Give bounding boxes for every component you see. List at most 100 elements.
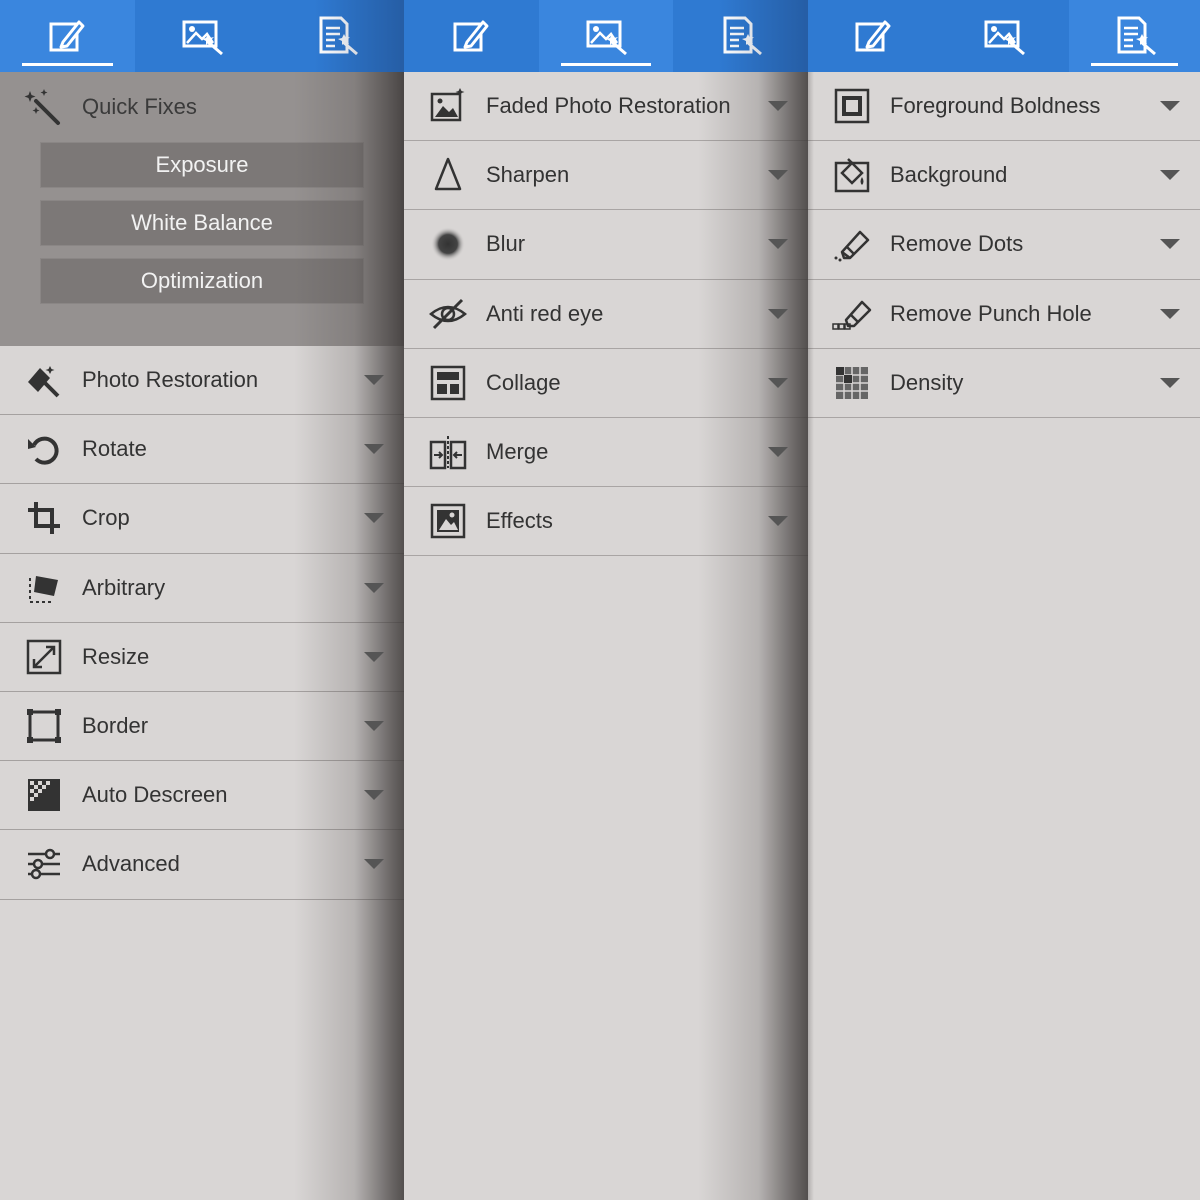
chevron-down-icon[interactable] [364, 790, 384, 801]
menu-item-label: Collage [486, 369, 561, 395]
sharpen-icon [426, 153, 470, 197]
chevron-down-icon[interactable] [364, 444, 384, 455]
chevron-down-icon[interactable] [364, 582, 384, 593]
white-balance-button[interactable]: White Balance [40, 200, 364, 246]
eraser-icon [830, 222, 874, 266]
menu-item-label: Foreground Boldness [890, 93, 1101, 119]
panel-edit: Quick Fixes Exposure White Balance Optim… [0, 0, 404, 1200]
menu-item-label: Faded Photo Restoration [486, 93, 731, 119]
menu-item-auto-descreen[interactable]: Auto Descreen [0, 761, 404, 831]
panel-document: Foreground Boldness Background Remove Do… [808, 0, 1200, 1200]
menu-item-label: Resize [82, 643, 150, 669]
chevron-down-icon[interactable] [364, 375, 384, 386]
menu-item-arbitrary[interactable]: Arbitrary [0, 554, 404, 623]
panels: Quick Fixes Exposure White Balance Optim… [0, 0, 1200, 1200]
quick-fixes-header[interactable]: Quick Fixes [0, 72, 404, 142]
foreground-icon [830, 84, 874, 128]
faded-photo-icon [426, 84, 470, 128]
menu-item-photo-restoration[interactable]: Photo Restoration [0, 346, 404, 416]
tab-image[interactable] [538, 0, 674, 72]
sliders-icon [22, 842, 66, 886]
tab-document[interactable] [269, 0, 404, 72]
descreen-icon [22, 773, 66, 817]
merge-icon [426, 430, 470, 474]
menu-item-label: Effects [486, 508, 553, 534]
chevron-down-icon[interactable] [1160, 170, 1180, 181]
chevron-down-icon[interactable] [1160, 377, 1180, 388]
chevron-down-icon[interactable] [364, 651, 384, 662]
punch-eraser-icon [830, 292, 874, 336]
chevron-down-icon[interactable] [768, 377, 788, 388]
background-icon [830, 153, 874, 197]
menu-item-resize[interactable]: Resize [0, 623, 404, 692]
resize-icon [22, 635, 66, 679]
chevron-down-icon[interactable] [364, 721, 384, 732]
chevron-down-icon[interactable] [768, 308, 788, 319]
menu-item-remove-dots[interactable]: Remove Dots [808, 210, 1200, 280]
chevron-down-icon[interactable] [364, 513, 384, 524]
tab-document[interactable] [1069, 0, 1200, 72]
menu-item-blur[interactable]: Blur [404, 210, 808, 280]
effects-icon [426, 499, 470, 543]
menu-item-faded-photo-restoration[interactable]: Faded Photo Restoration [404, 72, 808, 142]
restoration-icon [22, 358, 66, 402]
edit-icon [453, 20, 489, 52]
chevron-down-icon[interactable] [768, 516, 788, 527]
menu-item-label: Remove Dots [890, 231, 1024, 257]
menu-item-border[interactable]: Border [0, 692, 404, 762]
collage-icon [426, 361, 470, 405]
menu-item-label: Crop [82, 505, 130, 531]
menu-item-foreground-boldness[interactable]: Foreground Boldness [808, 72, 1200, 142]
image-wand-icon [586, 20, 627, 56]
menu-item-background[interactable]: Background [808, 141, 1200, 211]
tab-edit[interactable] [404, 0, 539, 72]
chevron-down-icon[interactable] [768, 447, 788, 458]
panel-image: Faded Photo Restoration Sharpen Blur Ant… [404, 0, 808, 1200]
density-icon [830, 361, 874, 405]
menu-item-rotate[interactable]: Rotate [0, 415, 404, 485]
tab-bar [404, 0, 808, 72]
chevron-down-icon[interactable] [1160, 101, 1180, 112]
tab-edit[interactable] [0, 0, 135, 72]
tab-image[interactable] [135, 0, 270, 72]
edit-icon [855, 20, 891, 52]
chevron-down-icon[interactable] [768, 239, 788, 250]
arbitrary-icon [22, 566, 66, 610]
menu-item-remove-punch-hole[interactable]: Remove Punch Hole [808, 280, 1200, 349]
quick-fixes-title: Quick Fixes [82, 94, 197, 119]
red-eye-icon [426, 292, 470, 336]
document-wand-icon [1117, 16, 1156, 56]
menu-item-density[interactable]: Density [808, 349, 1200, 418]
chevron-down-icon[interactable] [1160, 239, 1180, 250]
optimization-button[interactable]: Optimization [40, 258, 364, 304]
rotate-icon [22, 427, 66, 471]
menu-item-advanced[interactable]: Advanced [0, 830, 404, 900]
tab-image[interactable] [939, 0, 1070, 72]
menu-item-label: Border [82, 713, 149, 739]
edit-icon [49, 20, 85, 52]
chevron-down-icon[interactable] [364, 859, 384, 870]
exposure-button[interactable]: Exposure [40, 142, 364, 188]
tab-document[interactable] [673, 0, 808, 72]
menu-item-label: Remove Punch Hole [890, 300, 1092, 326]
chevron-down-icon[interactable] [1160, 308, 1180, 319]
menu-item-label: Rotate [82, 436, 147, 462]
menu-item-sharpen[interactable]: Sharpen [404, 141, 808, 211]
chevron-down-icon[interactable] [768, 170, 788, 181]
menu-item-label: Background [890, 162, 1008, 188]
menu-item-label: Merge [486, 439, 549, 465]
menu-item-anti-red-eye[interactable]: Anti red eye [404, 280, 808, 349]
menu-item-label: Anti red eye [486, 300, 604, 326]
sparkle-wand-icon [24, 89, 60, 125]
menu-item-label: Arbitrary [82, 574, 166, 600]
menu-item-crop[interactable]: Crop [0, 484, 404, 554]
image-wand-icon [182, 20, 223, 56]
tab-bar [808, 0, 1200, 72]
menu-item-label: Sharpen [486, 162, 570, 188]
menu-item-collage[interactable]: Collage [404, 349, 808, 418]
document-wand-icon [723, 16, 762, 56]
chevron-down-icon[interactable] [768, 101, 788, 112]
tab-edit[interactable] [808, 0, 939, 72]
menu-item-effects[interactable]: Effects [404, 487, 808, 557]
menu-item-merge[interactable]: Merge [404, 418, 808, 488]
